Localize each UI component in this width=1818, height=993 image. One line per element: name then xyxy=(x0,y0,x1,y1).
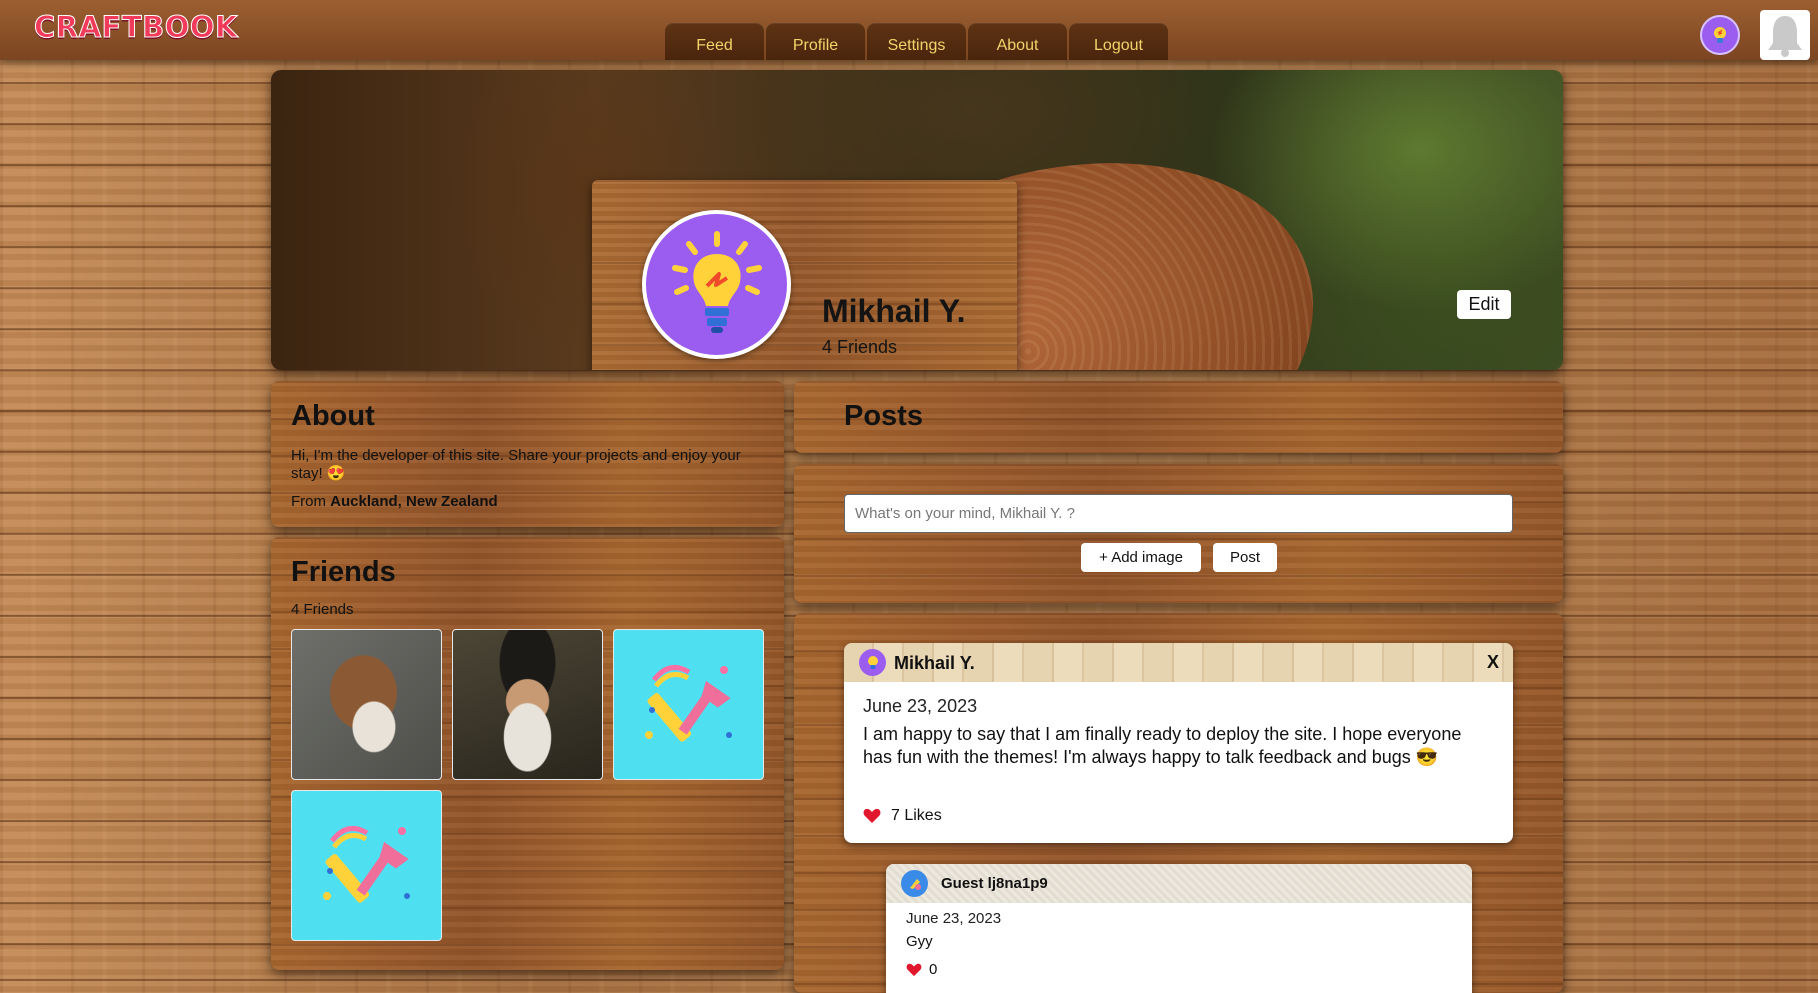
friends-panel: Friends 4 Friends xyxy=(271,537,784,970)
post-composer-panel: + Add image Post xyxy=(794,464,1563,603)
friend-tile-tools[interactable] xyxy=(613,629,764,780)
comment-like-button[interactable]: 0 xyxy=(906,961,937,978)
notifications-button[interactable] xyxy=(1760,10,1810,60)
post-likes-count: 7 Likes xyxy=(891,807,942,824)
lightbulb-icon xyxy=(1714,27,1726,43)
post-header: Mikhail Y. X xyxy=(844,643,1513,682)
post-body: I am happy to say that I am finally read… xyxy=(863,724,1462,767)
post-date: June 23, 2023 xyxy=(863,696,978,716)
profile-name: Mikhail Y. xyxy=(822,293,966,329)
post-card: Mikhail Y. X June 23, 2023 I am happy to… xyxy=(844,643,1513,843)
profile-banner: Mikhail Y. 4 Friends Edit xyxy=(271,70,1563,370)
lightbulb-icon xyxy=(867,655,878,669)
heart-icon xyxy=(906,963,922,976)
comment-author-avatar[interactable] xyxy=(901,870,928,897)
friends-count: 4 Friends xyxy=(291,601,354,618)
nav-tab-feed[interactable]: Feed xyxy=(665,23,764,60)
about-from-label: From xyxy=(291,493,326,510)
nav-tab-settings[interactable]: Settings xyxy=(867,23,966,60)
post-author-avatar[interactable] xyxy=(859,649,886,676)
craft-icon xyxy=(909,878,921,890)
main-nav: Feed Profile Settings About Logout xyxy=(665,23,1168,60)
add-image-button[interactable]: + Add image xyxy=(1081,543,1201,572)
lightbulb-icon xyxy=(671,230,762,333)
friend-tile-leonardo[interactable] xyxy=(452,629,603,780)
post-composer-input[interactable] xyxy=(844,494,1513,533)
delete-post-button[interactable]: X xyxy=(1487,652,1499,673)
profile-friend-count: 4 Friends xyxy=(822,337,898,357)
posts-feed-panel: Mikhail Y. X June 23, 2023 I am happy to… xyxy=(794,613,1563,993)
posts-header-panel: Posts xyxy=(794,381,1563,453)
nav-tab-about[interactable]: About xyxy=(968,23,1067,60)
comment-author-name[interactable]: Guest lj8na1p9 xyxy=(941,875,1048,892)
user-avatar-button[interactable] xyxy=(1700,15,1740,55)
about-location-value: Auckland, New Zealand xyxy=(330,493,498,510)
post-like-button[interactable]: 7 Likes xyxy=(863,807,942,825)
bell-icon xyxy=(1768,16,1802,57)
tools-illustration-icon xyxy=(322,825,410,903)
top-navigation-bar: CRAFTBOOK Feed Profile Settings About Lo… xyxy=(0,0,1818,60)
comment-body: Gyy xyxy=(906,933,933,950)
site-logo[interactable]: CRAFTBOOK xyxy=(33,10,238,45)
profile-card: Mikhail Y. 4 Friends xyxy=(592,180,1017,370)
posts-title: Posts xyxy=(844,400,923,432)
post-submit-button[interactable]: Post xyxy=(1213,543,1277,572)
friend-tile-sparrow[interactable] xyxy=(291,629,442,780)
comment-likes-count: 0 xyxy=(929,961,938,978)
comment-card: Guest lj8na1p9 June 23, 2023 Gyy 0 xyxy=(886,864,1472,993)
nav-tab-logout[interactable]: Logout xyxy=(1069,23,1168,60)
post-author-name[interactable]: Mikhail Y. xyxy=(894,653,975,674)
friends-title: Friends xyxy=(291,556,396,588)
about-location: From Auckland, New Zealand xyxy=(291,493,764,510)
about-bio: Hi, I'm the developer of this site. Shar… xyxy=(291,447,741,482)
profile-avatar xyxy=(642,210,791,359)
comment-date: June 23, 2023 xyxy=(906,910,1002,927)
nav-tab-profile[interactable]: Profile xyxy=(766,23,865,60)
heart-icon xyxy=(863,808,881,823)
about-panel: About Hi, I'm the developer of this site… xyxy=(271,381,784,527)
tools-illustration-icon xyxy=(644,664,732,742)
about-title: About xyxy=(291,400,375,432)
edit-profile-button[interactable]: Edit xyxy=(1457,290,1511,319)
comment-header: Guest lj8na1p9 xyxy=(886,864,1472,903)
friend-tile-tools[interactable] xyxy=(291,790,442,941)
